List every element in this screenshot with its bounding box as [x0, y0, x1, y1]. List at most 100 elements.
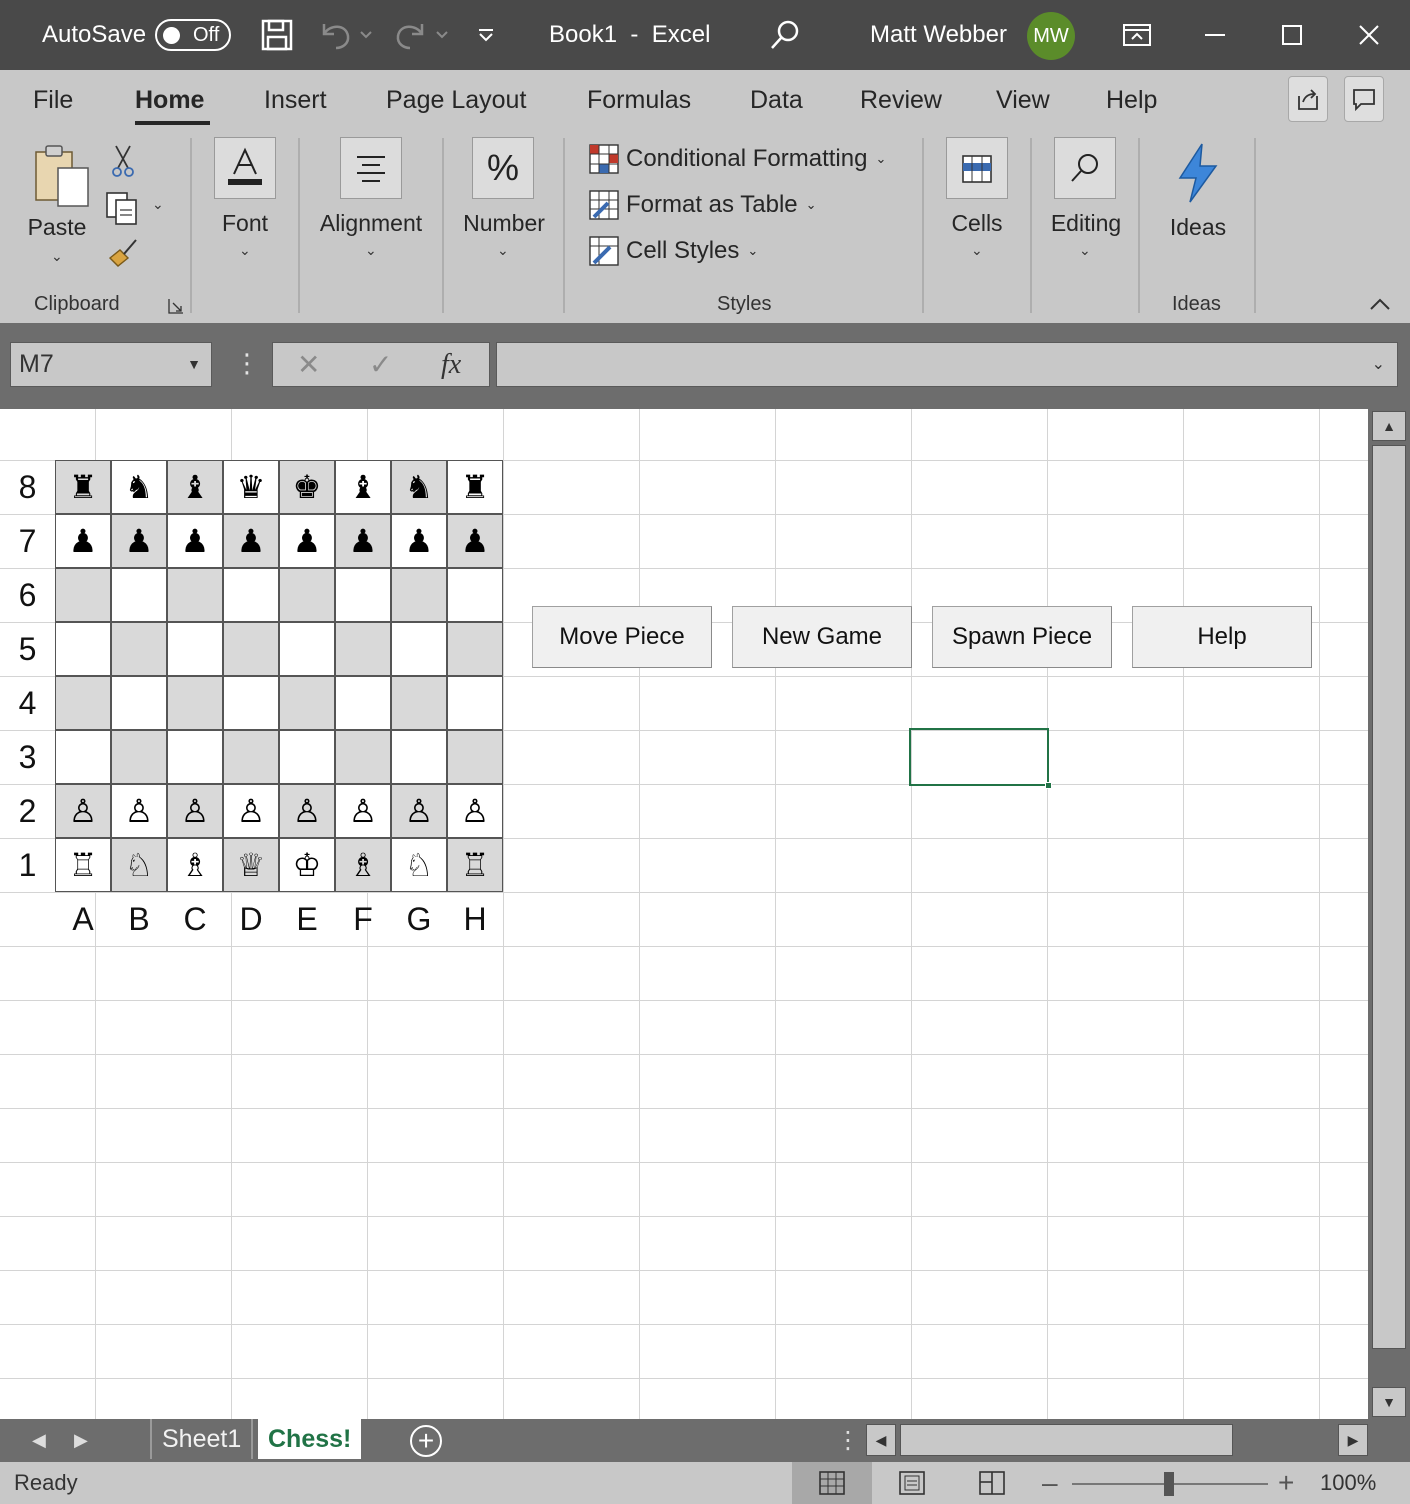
- add-sheet-icon[interactable]: +: [410, 1425, 442, 1457]
- new-game-button[interactable]: New Game: [732, 606, 912, 668]
- board-square[interactable]: [223, 676, 279, 730]
- tab-home[interactable]: Home: [135, 84, 204, 116]
- expand-formula-bar-chevron-icon[interactable]: ⌄: [1372, 343, 1385, 386]
- board-square[interactable]: ♟: [391, 514, 447, 568]
- vertical-scrollbar[interactable]: ▲ ▼: [1368, 409, 1410, 1419]
- cells-dropdown-chevron-icon[interactable]: ⌄: [971, 242, 983, 259]
- board-square[interactable]: ♟: [335, 514, 391, 568]
- board-square[interactable]: [167, 568, 223, 622]
- page-break-view-button[interactable]: [952, 1462, 1032, 1504]
- board-square[interactable]: ♗: [335, 838, 391, 892]
- tab-view[interactable]: View: [996, 84, 1050, 116]
- board-square[interactable]: ♙: [279, 784, 335, 838]
- zoom-out-icon[interactable]: –: [1042, 1462, 1058, 1504]
- fill-handle[interactable]: [1045, 782, 1052, 789]
- board-square[interactable]: [111, 568, 167, 622]
- board-square[interactable]: ♕: [223, 838, 279, 892]
- board-square[interactable]: [111, 676, 167, 730]
- share-button[interactable]: [1288, 76, 1328, 122]
- board-square[interactable]: [223, 730, 279, 784]
- horizontal-scrollbar[interactable]: ◀ ▶: [866, 1424, 1370, 1456]
- font-icon[interactable]: [214, 137, 276, 199]
- copy-icon[interactable]: [104, 190, 140, 226]
- board-square[interactable]: [391, 730, 447, 784]
- insert-function-button[interactable]: fx: [441, 343, 461, 386]
- customize-quick-access-icon[interactable]: [467, 16, 505, 54]
- alignment-button[interactable]: Alignment: [311, 209, 431, 237]
- board-square[interactable]: [447, 622, 503, 676]
- name-box[interactable]: M7 ▼: [10, 342, 212, 387]
- board-square[interactable]: ♙: [167, 784, 223, 838]
- cells-button[interactable]: Cells: [937, 209, 1017, 237]
- scroll-up-icon[interactable]: ▲: [1372, 411, 1406, 441]
- board-square[interactable]: ♙: [335, 784, 391, 838]
- board-square[interactable]: ♟: [223, 514, 279, 568]
- editing-dropdown-chevron-icon[interactable]: ⌄: [1079, 242, 1091, 259]
- alignment-icon[interactable]: [340, 137, 402, 199]
- vertical-scroll-thumb[interactable]: [1372, 445, 1406, 1349]
- board-square[interactable]: [447, 568, 503, 622]
- more-options-icon[interactable]: ⋮: [234, 343, 260, 387]
- minimize-icon[interactable]: [1196, 16, 1234, 54]
- tab-help[interactable]: Help: [1106, 84, 1157, 116]
- tab-formulas[interactable]: Formulas: [587, 84, 691, 116]
- selected-cell[interactable]: [909, 728, 1052, 789]
- cut-icon[interactable]: [108, 144, 138, 178]
- page-layout-view-button[interactable]: [872, 1462, 952, 1504]
- scroll-left-icon[interactable]: ◀: [866, 1424, 896, 1456]
- more-options-icon[interactable]: ⋮: [836, 1419, 860, 1462]
- alignment-dropdown-chevron-icon[interactable]: ⌄: [365, 242, 377, 259]
- worksheet-grid[interactable]: Move Piece New Game Spawn Piece Help 8 ♜ ♞…: [0, 409, 1368, 1419]
- board-square[interactable]: [55, 622, 111, 676]
- board-square[interactable]: [335, 676, 391, 730]
- board-square[interactable]: ♙: [55, 784, 111, 838]
- board-square[interactable]: ♖: [55, 838, 111, 892]
- tab-data[interactable]: Data: [750, 84, 803, 116]
- board-square[interactable]: ♙: [223, 784, 279, 838]
- board-square[interactable]: [111, 730, 167, 784]
- editing-search-icon[interactable]: [1054, 137, 1116, 199]
- board-square[interactable]: ♜: [55, 460, 111, 514]
- spawn-piece-button[interactable]: Spawn Piece: [932, 606, 1112, 668]
- comments-button[interactable]: [1344, 76, 1384, 122]
- board-square[interactable]: [279, 622, 335, 676]
- board-square[interactable]: [279, 676, 335, 730]
- move-piece-button[interactable]: Move Piece: [532, 606, 712, 668]
- board-square[interactable]: ♟: [55, 514, 111, 568]
- board-square[interactable]: ♞: [391, 460, 447, 514]
- board-square[interactable]: ♙: [447, 784, 503, 838]
- normal-view-button[interactable]: [792, 1462, 872, 1504]
- board-square[interactable]: ♟: [279, 514, 335, 568]
- paste-dropdown-chevron-icon[interactable]: ⌄: [51, 248, 63, 265]
- tab-page-layout[interactable]: Page Layout: [386, 84, 526, 116]
- tab-review[interactable]: Review: [860, 84, 942, 116]
- board-square[interactable]: ♗: [167, 838, 223, 892]
- board-square[interactable]: ♟: [447, 514, 503, 568]
- board-square[interactable]: [279, 730, 335, 784]
- board-square[interactable]: [55, 676, 111, 730]
- cancel-icon[interactable]: ✕: [297, 343, 320, 386]
- horizontal-scroll-thumb[interactable]: [900, 1424, 1233, 1456]
- ideas-button[interactable]: Ideas: [1158, 213, 1238, 241]
- collapse-ribbon-chevron-up-icon[interactable]: [1368, 296, 1392, 312]
- board-square[interactable]: ♘: [111, 838, 167, 892]
- board-square[interactable]: ♝: [167, 460, 223, 514]
- tab-file[interactable]: File: [33, 84, 73, 116]
- board-square[interactable]: [167, 676, 223, 730]
- sheet-tab-chess[interactable]: Chess!: [258, 1419, 362, 1459]
- font-button[interactable]: Font: [205, 209, 285, 237]
- board-square[interactable]: [223, 622, 279, 676]
- redo-icon[interactable]: [392, 16, 450, 54]
- board-square[interactable]: [447, 676, 503, 730]
- dialog-launcher-icon[interactable]: [168, 298, 184, 314]
- board-square[interactable]: ♝: [335, 460, 391, 514]
- font-dropdown-chevron-icon[interactable]: ⌄: [239, 242, 251, 259]
- number-dropdown-chevron-icon[interactable]: ⌄: [497, 242, 509, 259]
- board-square[interactable]: ♚: [279, 460, 335, 514]
- board-square[interactable]: ♙: [391, 784, 447, 838]
- next-sheet-icon[interactable]: ▶: [74, 1419, 88, 1462]
- board-square[interactable]: ♘: [391, 838, 447, 892]
- board-square[interactable]: [335, 568, 391, 622]
- number-button[interactable]: Number: [452, 209, 556, 237]
- editing-button[interactable]: Editing: [1040, 209, 1132, 237]
